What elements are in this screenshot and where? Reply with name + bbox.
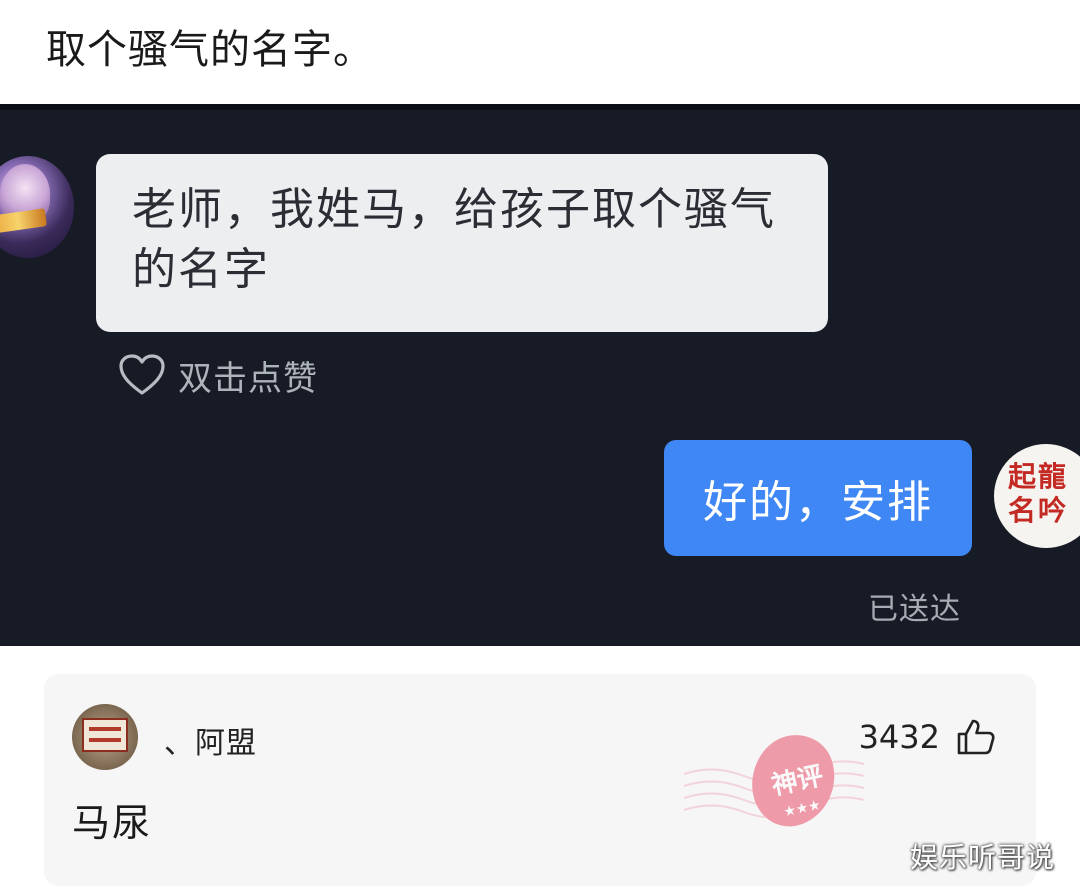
chat-screenshot: 老师，我姓马，给孩子取个骚气的名字 双击点赞 好的，安排 起龍名吟 已送达 [0, 104, 1080, 646]
post-title: 取个骚气的名字。 [46, 27, 374, 73]
comment-card: 、阿盟 神评 ★★★ 3432 马尿 [44, 674, 1036, 886]
comment-text: 马尿 [72, 801, 153, 845]
commenter-username[interactable]: 、阿盟 [164, 718, 257, 762]
thumbs-up-icon[interactable] [956, 718, 996, 760]
own-avatar[interactable]: 起龍名吟 [994, 444, 1080, 548]
comment-like-count: 3432 [858, 718, 940, 756]
double-tap-like[interactable]: 双击点赞 [118, 350, 318, 400]
delivery-status: 已送达 [868, 592, 961, 627]
post-page: 取个骚气的名字。 老师，我姓马，给孩子取个骚气的名字 双击点赞 好的，安排 起龍… [0, 0, 1080, 892]
source-watermark: 娱乐听哥说 [910, 841, 1056, 874]
sender-avatar[interactable] [0, 156, 74, 258]
incoming-message-text: 老师，我姓马，给孩子取个骚气的名字 [132, 184, 776, 295]
like-label: 双击点赞 [178, 358, 318, 399]
avatar-seal-text: 起龍名吟 [1008, 460, 1069, 527]
avatar-sign-image [82, 718, 128, 752]
outgoing-message-text: 好的，安排 [703, 477, 933, 528]
heart-icon[interactable] [118, 353, 166, 397]
commenter-avatar[interactable] [72, 704, 138, 770]
incoming-message-bubble[interactable]: 老师，我姓马，给孩子取个骚气的名字 [96, 154, 828, 332]
hot-comment-badge-icon: 神评 ★★★ [684, 735, 864, 827]
outgoing-message-bubble[interactable]: 好的，安排 [664, 440, 972, 556]
